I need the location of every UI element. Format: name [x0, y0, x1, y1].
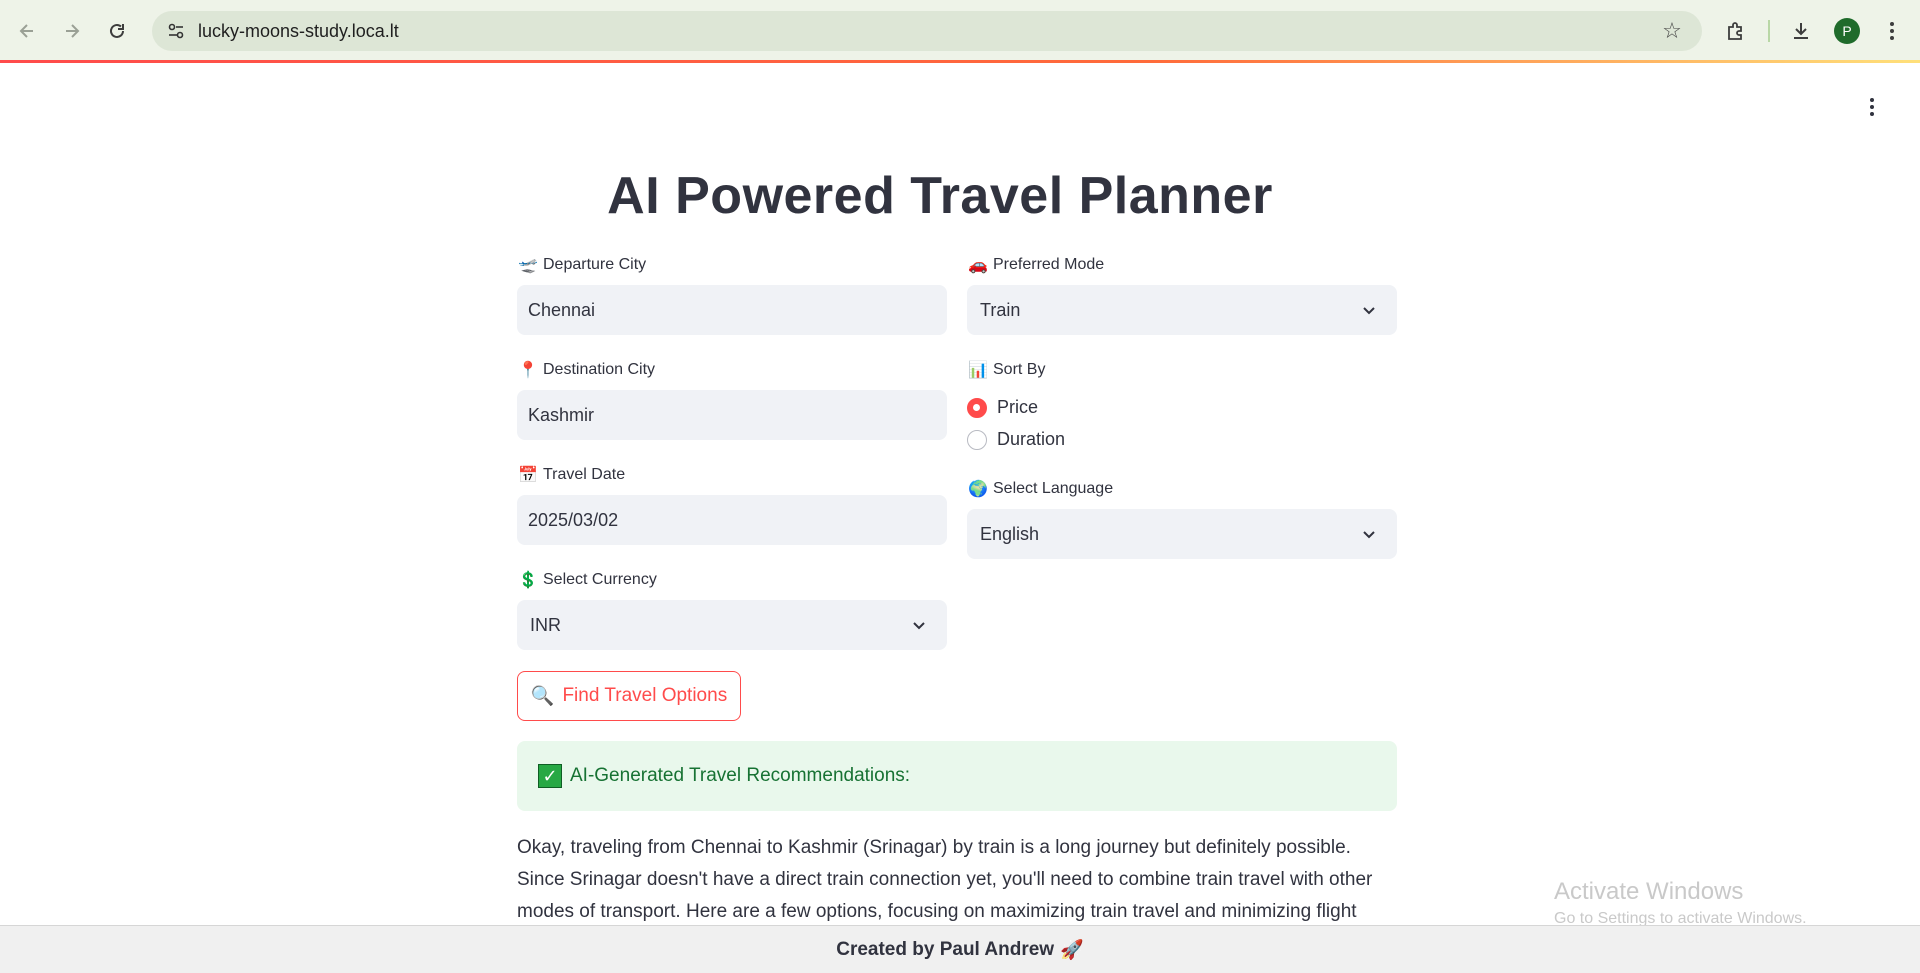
travel-date-label: 📅 Travel Date: [518, 466, 626, 484]
chevron-down-icon: [1363, 307, 1375, 315]
magnifier-icon: 🔍: [530, 686, 555, 707]
app-main-menu-icon[interactable]: [1862, 93, 1882, 121]
site-settings-icon[interactable]: [164, 19, 188, 43]
destination-city-input[interactable]: Kashmir: [517, 390, 947, 440]
profile-avatar[interactable]: P: [1834, 18, 1860, 44]
globe-icon: 🌍: [968, 481, 988, 498]
chevron-down-icon: [913, 622, 925, 630]
bookmark-star-icon[interactable]: ☆: [1660, 18, 1684, 43]
chevron-down-icon: [1363, 531, 1375, 539]
pin-icon: 📍: [518, 362, 538, 379]
find-travel-options-button[interactable]: 🔍 Find Travel Options: [517, 671, 741, 721]
mode-select[interactable]: Train: [967, 285, 1397, 335]
url-text: lucky-moons-study.loca.lt: [198, 20, 399, 41]
airplane-departure-icon: 🛫: [518, 257, 538, 274]
download-icon[interactable]: [1787, 17, 1815, 45]
departure-city-input[interactable]: Chennai: [517, 285, 947, 335]
travel-date-input[interactable]: 2025/03/02: [517, 495, 947, 545]
reload-icon[interactable]: [102, 16, 132, 46]
dollar-icon: 💲: [518, 572, 538, 589]
departure-label: 🛫 Departure City: [518, 256, 647, 274]
page-load-line: [0, 60, 1920, 63]
radio-unselected-icon[interactable]: [967, 429, 987, 450]
windows-activation-watermark: Activate Windows Go to Settings to activ…: [1554, 878, 1807, 927]
extensions-icon[interactable]: [1722, 17, 1750, 45]
currency-select[interactable]: INR: [517, 600, 947, 650]
destination-label: 📍 Destination City: [518, 361, 656, 379]
browser-toolbar: lucky-moons-study.loca.lt ☆ P: [0, 0, 1920, 60]
address-bar[interactable]: lucky-moons-study.loca.lt ☆: [152, 11, 1702, 51]
currency-label: 💲 Select Currency: [518, 571, 657, 589]
browser-menu-icon[interactable]: [1878, 17, 1906, 45]
mode-label: 🚗 Preferred Mode: [968, 256, 1105, 274]
sort-option-duration[interactable]: Duration: [967, 429, 1065, 450]
calendar-icon: 📅: [518, 467, 538, 484]
rocket-icon: 🚀: [1060, 939, 1084, 961]
footer: Created by Paul Andrew 🚀: [0, 925, 1920, 973]
car-icon: 🚗: [968, 257, 988, 274]
back-icon[interactable]: [12, 16, 42, 46]
bar-chart-icon: 📊: [968, 362, 988, 379]
language-select[interactable]: English: [967, 509, 1397, 559]
forward-icon[interactable]: [57, 16, 87, 46]
radio-selected-icon[interactable]: [967, 397, 987, 418]
success-banner: ✓ AI-Generated Travel Recommendations:: [517, 741, 1397, 811]
sort-option-price[interactable]: Price: [967, 397, 1038, 418]
sort-by-label: 📊 Sort By: [968, 361, 1046, 379]
check-mark-icon: ✓: [538, 764, 562, 788]
language-label: 🌍 Select Language: [968, 480, 1114, 498]
page-title: AI Powered Travel Planner: [607, 167, 1273, 225]
toolbar-divider: [1768, 20, 1770, 42]
